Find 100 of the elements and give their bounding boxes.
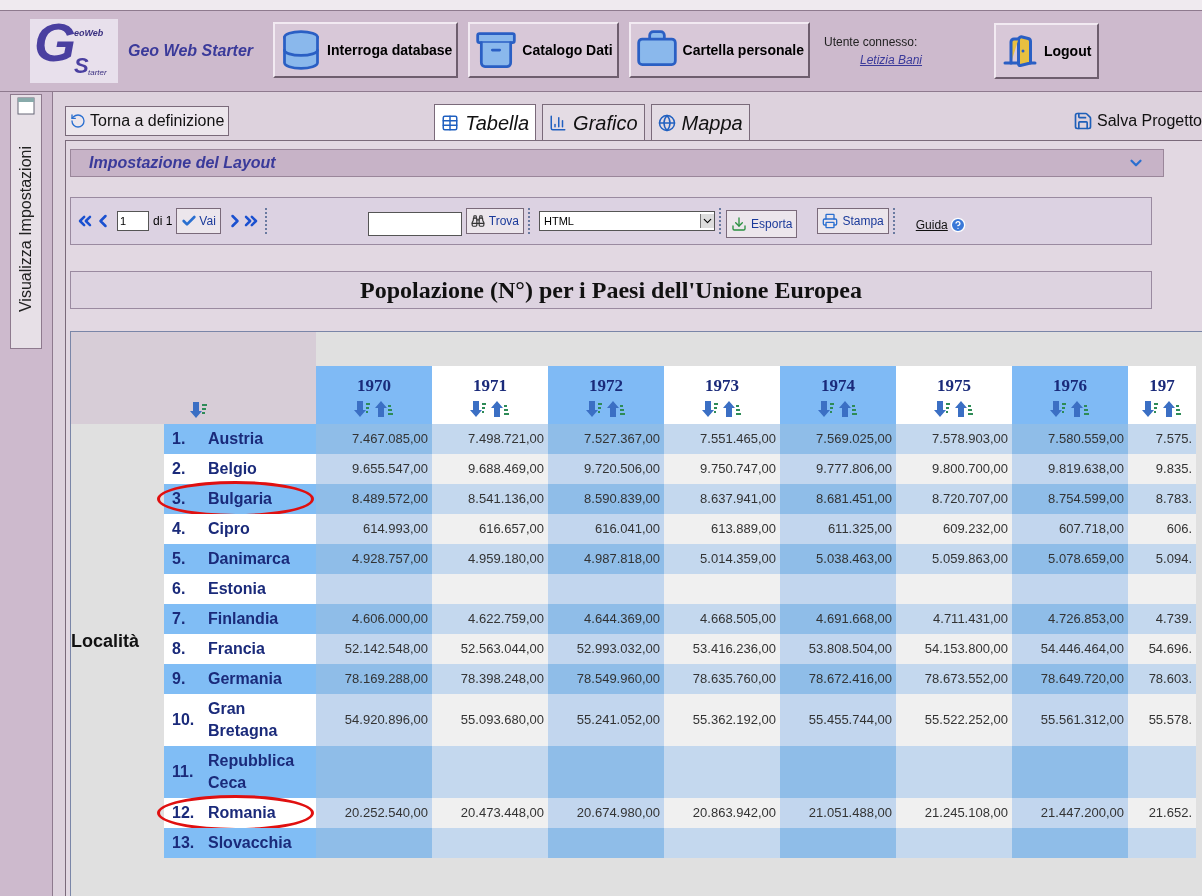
- value-cell: 8.720.707,00: [896, 484, 1012, 514]
- user-name-link[interactable]: Letizia Bani: [859, 51, 984, 69]
- sort-arrows-icon[interactable]: [934, 400, 974, 417]
- view-tab[interactable]: Mappa: [650, 104, 750, 140]
- value-cell: 55.522.252,00: [896, 694, 1012, 746]
- sort-arrows-icon[interactable]: [1050, 400, 1090, 417]
- value-cell: 54.920.896,00: [316, 694, 432, 746]
- value-cell: 8.783.: [1128, 484, 1196, 514]
- value-cell: 8.754.599,00: [1012, 484, 1128, 514]
- value-cell: 8.541.136,00: [432, 484, 548, 514]
- view-tab[interactable]: Grafico: [542, 104, 645, 140]
- save-project-button[interactable]: Salva Progetto: [1069, 106, 1202, 136]
- country-cell: 2. Belgio: [164, 454, 316, 484]
- sort-arrows-icon[interactable]: [354, 400, 394, 417]
- value-cell: 20.252.540,00: [316, 798, 432, 828]
- year-label: 1970: [357, 375, 391, 398]
- value-cell: 611.325,00: [780, 514, 896, 544]
- app-name: Geo Web Starter: [128, 41, 254, 61]
- value-cell: 4.959.180,00: [432, 544, 548, 574]
- country-cell: 5. Danimarca: [164, 544, 316, 574]
- year-label: 1972: [589, 375, 623, 398]
- door-icon: [1001, 33, 1038, 69]
- value-cell: 7.527.367,00: [548, 424, 664, 454]
- country-cell: 6. Estonia: [164, 574, 316, 604]
- value-cell: 78.169.288,00: [316, 664, 432, 694]
- sort-arrows-icon[interactable]: [586, 400, 626, 417]
- nav-button[interactable]: Catalogo Dati: [468, 22, 619, 78]
- value-cell: 7.498.721,00: [432, 424, 548, 454]
- format-select[interactable]: HTML: [539, 211, 716, 231]
- help-link[interactable]: Guida: [915, 216, 948, 234]
- value-cell: 53.808.504,00: [780, 634, 896, 664]
- globe-icon: [657, 113, 676, 132]
- value-cell: 20.674.980,00: [548, 798, 664, 828]
- year-label: 1971: [473, 375, 507, 398]
- value-cell: 4.711.431,00: [896, 604, 1012, 634]
- export-button[interactable]: Esporta: [726, 210, 798, 238]
- nav-button[interactable]: Cartella personale: [628, 22, 810, 78]
- sort-down-icon[interactable]: [190, 402, 208, 418]
- chart-icon: [549, 113, 568, 132]
- back-button[interactable]: Torna a definizione: [65, 106, 230, 136]
- go-button[interactable]: Vai: [176, 208, 221, 234]
- printer-icon: [822, 213, 839, 229]
- layout-panel-header[interactable]: Impostazione del Layout: [70, 149, 1164, 177]
- sort-arrows-icon[interactable]: [470, 400, 510, 417]
- value-cell: 21.652.: [1128, 798, 1196, 828]
- country-cell: 13. Slovacchia: [164, 828, 316, 858]
- find-button[interactable]: Trova: [465, 208, 525, 234]
- sort-arrows-icon[interactable]: [818, 400, 858, 417]
- value-cell: 7.569.025,00: [780, 424, 896, 454]
- value-cell: 9.800.700,00: [896, 454, 1012, 484]
- logout-button[interactable]: Logout: [993, 23, 1100, 79]
- value-cell: 52.993.032,00: [548, 634, 664, 664]
- check-icon: [181, 213, 198, 229]
- value-cell: 78.398.248,00: [432, 664, 548, 694]
- year-label: 1976: [1053, 375, 1087, 398]
- value-cell: 54.153.800,00: [896, 634, 1012, 664]
- value-cell: 78.549.960,00: [548, 664, 664, 694]
- value-cell: 616.041,00: [548, 514, 664, 544]
- country-cell: 9. Germania: [164, 664, 316, 694]
- print-button[interactable]: Stampa: [817, 208, 889, 234]
- value-cell: 4.691.668,00: [780, 604, 896, 634]
- value-cell: 614.993,00: [316, 514, 432, 544]
- value-cell: 4.726.853,00: [1012, 604, 1128, 634]
- value-cell: 55.455.744,00: [780, 694, 896, 746]
- value-cell: 607.718,00: [1012, 514, 1128, 544]
- value-cell: 4.644.369,00: [548, 604, 664, 634]
- value-cell: 20.473.448,00: [432, 798, 548, 828]
- value-cell: 5.014.359,00: [664, 544, 780, 574]
- value-cell: 9.819.638,00: [1012, 454, 1128, 484]
- value-cell: 8.681.451,00: [780, 484, 896, 514]
- page-input[interactable]: 1: [117, 211, 149, 231]
- nav-button[interactable]: Interroga database: [273, 22, 459, 78]
- sort-arrows-icon[interactable]: [1142, 400, 1182, 417]
- value-cell: 9.835.: [1128, 454, 1196, 484]
- value-cell: 616.657,00: [432, 514, 548, 544]
- value-cell: 4.622.759,00: [432, 604, 548, 634]
- value-cell: 4.606.000,00: [316, 604, 432, 634]
- row-dimension-label: Località: [71, 629, 140, 653]
- value-cell: 7.467.085,00: [316, 424, 432, 454]
- value-cell: 4.987.818,00: [548, 544, 664, 574]
- sort-arrows-icon[interactable]: [702, 400, 742, 417]
- value-cell: 78.673.552,00: [896, 664, 1012, 694]
- value-cell: 55.578.: [1128, 694, 1196, 746]
- value-cell: 606.: [1128, 514, 1196, 544]
- value-cell: 9.777.806,00: [780, 454, 896, 484]
- country-cell: 4. Cipro: [164, 514, 316, 544]
- value-cell: 54.696.: [1128, 634, 1196, 664]
- year-label: 1973: [705, 375, 739, 398]
- view-tab[interactable]: Tabella: [434, 104, 537, 140]
- country-cell: 7. Finlandia: [164, 604, 316, 634]
- value-cell: 5.094.: [1128, 544, 1196, 574]
- value-cell: 54.446.464,00: [1012, 634, 1128, 664]
- value-cell: 613.889,00: [664, 514, 780, 544]
- help-icon[interactable]: [949, 217, 966, 233]
- value-cell: 5.038.463,00: [780, 544, 896, 574]
- search-field[interactable]: [367, 212, 462, 236]
- year-label: 197: [1149, 375, 1175, 398]
- value-cell: 7.578.903,00: [896, 424, 1012, 454]
- value-cell: 8.590.839,00: [548, 484, 664, 514]
- side-tab[interactable]: Visualizza Impostazioni: [10, 94, 42, 349]
